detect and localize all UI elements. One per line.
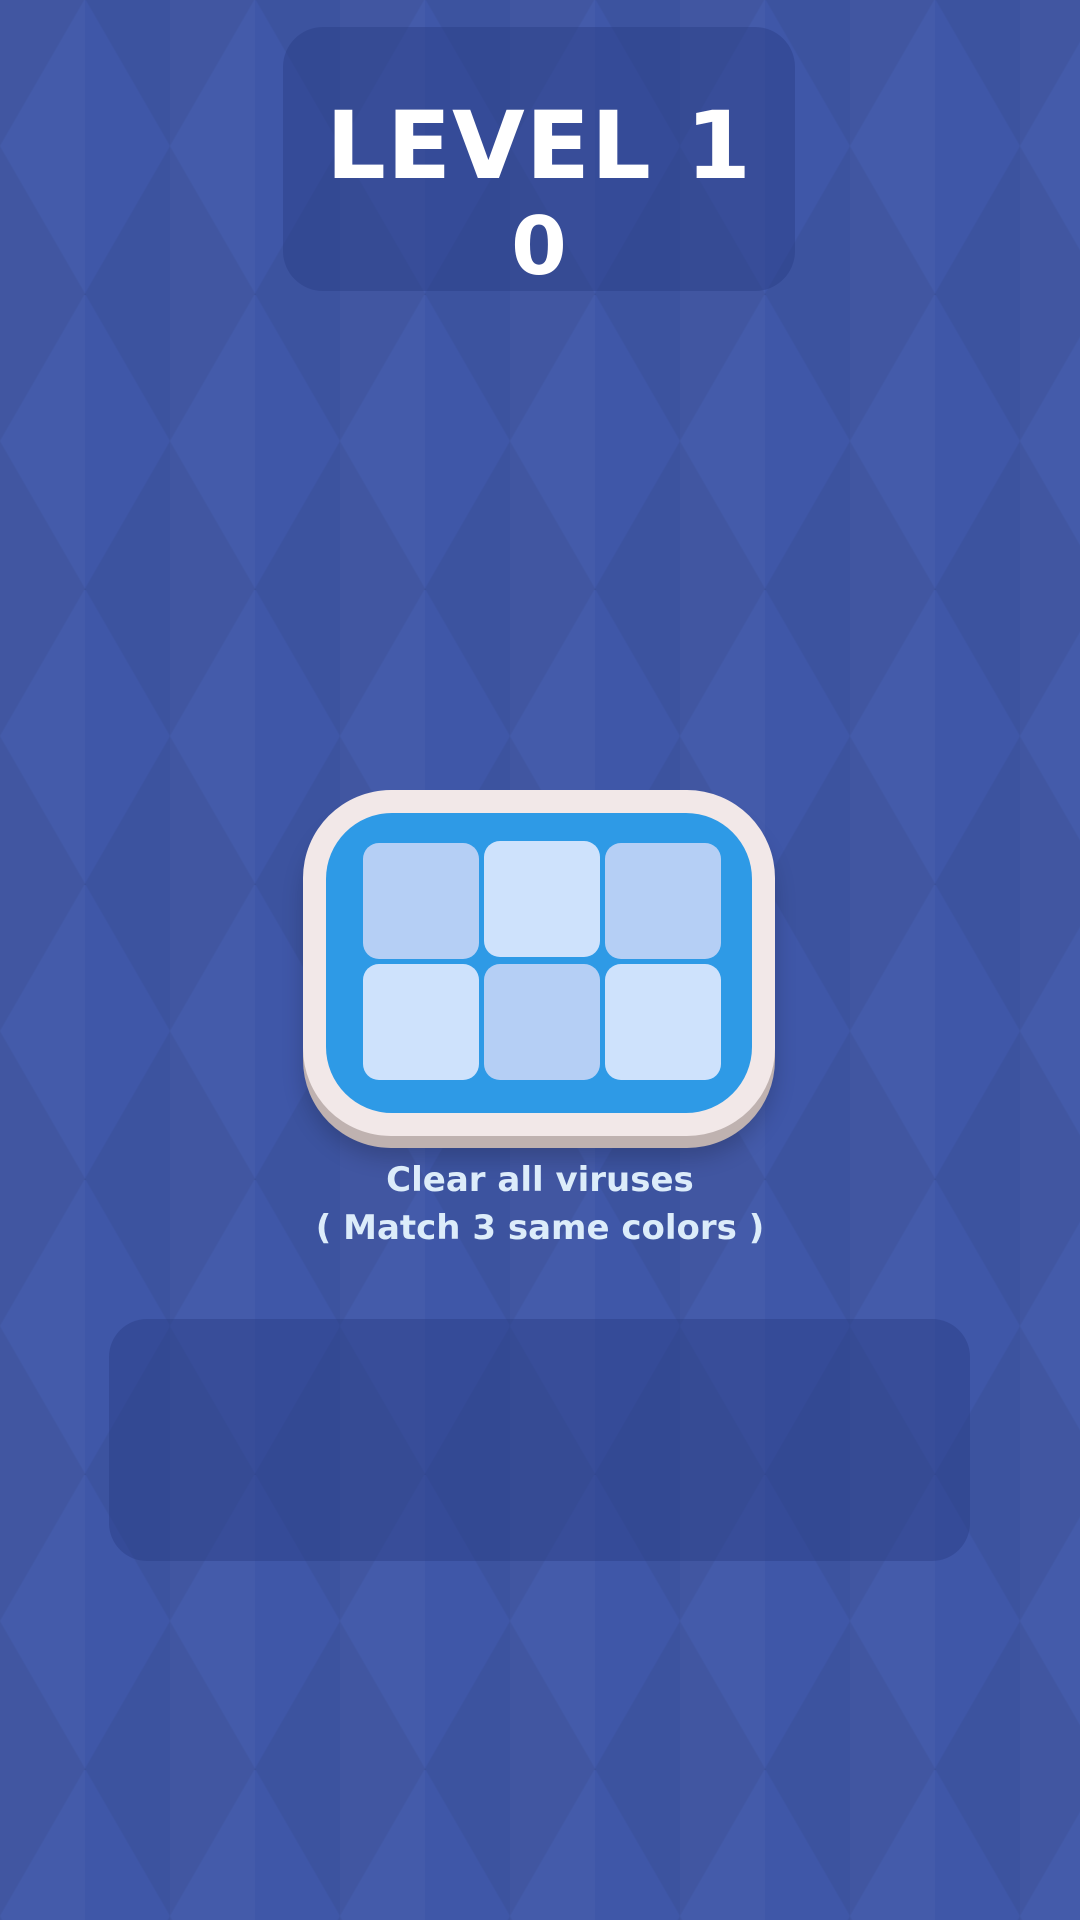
tray-slot-3: [605, 843, 721, 959]
level-title: LEVEL 1: [325, 92, 753, 201]
instructions-text: Clear all viruses ( Match 3 same colors …: [0, 1156, 1080, 1252]
level-header-panel: LEVEL 1 0: [283, 27, 795, 293]
slot-tray-inner: [326, 813, 752, 1113]
tray-slot-4: [363, 964, 479, 1080]
tray-slot-2: [484, 841, 600, 957]
tray-slot-5: [484, 964, 600, 1080]
bottom-panel: [109, 1319, 970, 1561]
score-counter: 0: [511, 200, 567, 293]
slot-tray: [303, 790, 775, 1136]
tray-slot-1: [363, 843, 479, 959]
instructions-line-1: Clear all viruses: [386, 1160, 694, 1200]
tray-slot-6: [605, 964, 721, 1080]
instructions-line-2: ( Match 3 same colors ): [315, 1208, 765, 1248]
